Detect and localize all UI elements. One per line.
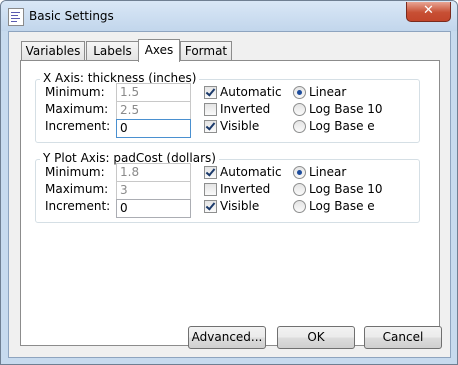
- y-axis-group: Y Plot Axis: padCost (dollars) Minimum: …: [35, 151, 420, 223]
- close-button[interactable]: ✕: [406, 2, 451, 22]
- tab-variables[interactable]: Variables: [21, 41, 85, 61]
- x-visible-label[interactable]: Visible: [220, 119, 259, 133]
- tab-labels[interactable]: Labels: [86, 41, 139, 61]
- y-maximum-label: Maximum:: [45, 182, 109, 196]
- x-minimum-field[interactable]: 1.5: [116, 83, 191, 102]
- x-linear-radio[interactable]: [293, 86, 306, 99]
- y-linear-radio[interactable]: [293, 166, 306, 179]
- title-bar[interactable]: Basic Settings ✕: [1, 1, 457, 31]
- ok-button[interactable]: OK: [277, 326, 355, 349]
- x-linear-label[interactable]: Linear: [309, 85, 346, 99]
- advanced-button[interactable]: Advanced...: [188, 326, 266, 349]
- x-inverted-label[interactable]: Inverted: [220, 102, 270, 116]
- x-increment-field[interactable]: 0: [116, 119, 191, 138]
- y-minimum-field[interactable]: 1.8: [116, 163, 191, 182]
- y-log10-label[interactable]: Log Base 10: [309, 182, 383, 196]
- x-log10-radio[interactable]: [293, 103, 306, 116]
- x-visible-checkbox[interactable]: [204, 120, 217, 133]
- x-loge-label[interactable]: Log Base e: [309, 119, 375, 133]
- y-minimum-label: Minimum:: [45, 165, 105, 179]
- dialog-client-area: Variables Labels Axes Format X Axis: thi…: [8, 31, 451, 358]
- y-inverted-label[interactable]: Inverted: [220, 182, 270, 196]
- y-increment-label: Increment:: [45, 199, 111, 213]
- y-increment-field[interactable]: 0: [116, 199, 191, 218]
- tab-format[interactable]: Format: [180, 41, 232, 61]
- x-log10-label[interactable]: Log Base 10: [309, 102, 383, 116]
- y-inverted-checkbox[interactable]: [204, 183, 217, 196]
- tab-axes[interactable]: Axes: [138, 39, 180, 62]
- y-linear-label[interactable]: Linear: [309, 165, 346, 179]
- y-log10-radio[interactable]: [293, 183, 306, 196]
- y-visible-label[interactable]: Visible: [220, 199, 259, 213]
- x-axis-group: X Axis: thickness (inches) Minimum: Maxi…: [35, 71, 420, 143]
- close-icon: ✕: [423, 3, 434, 18]
- x-maximum-label: Maximum:: [45, 102, 109, 116]
- y-automatic-label[interactable]: Automatic: [220, 165, 282, 179]
- y-loge-label[interactable]: Log Base e: [309, 199, 375, 213]
- y-automatic-checkbox[interactable]: [204, 166, 217, 179]
- y-maximum-field[interactable]: 3: [116, 181, 191, 200]
- x-automatic-checkbox[interactable]: [204, 86, 217, 99]
- settings-app-icon: [8, 8, 24, 26]
- y-visible-checkbox[interactable]: [204, 200, 217, 213]
- x-automatic-label[interactable]: Automatic: [220, 85, 282, 99]
- x-increment-label: Increment:: [45, 119, 111, 133]
- y-loge-radio[interactable]: [293, 200, 306, 213]
- x-maximum-field[interactable]: 2.5: [116, 101, 191, 120]
- cancel-button[interactable]: Cancel: [364, 326, 442, 349]
- x-loge-radio[interactable]: [293, 120, 306, 133]
- axes-tab-panel: X Axis: thickness (inches) Minimum: Maxi…: [20, 60, 440, 346]
- window-title: Basic Settings: [29, 9, 114, 23]
- x-inverted-checkbox[interactable]: [204, 103, 217, 116]
- dialog-window: Basic Settings ✕ Variables Labels Axes F…: [0, 0, 458, 365]
- x-minimum-label: Minimum:: [45, 85, 105, 99]
